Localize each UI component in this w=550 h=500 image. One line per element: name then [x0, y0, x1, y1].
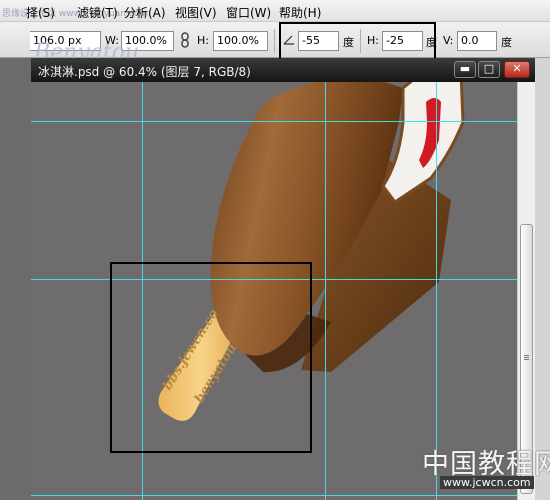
- site-logo-url: www.jcwcn.com: [440, 476, 534, 489]
- minimize-button[interactable]: ▬: [454, 61, 476, 78]
- photoshop-window: 思缘设计论坛 www.missyuan.com 择(S) 滤镜(T) 分析(A)…: [0, 0, 550, 500]
- vertical-scrollbar[interactable]: [517, 82, 535, 500]
- annotation-highlight-box: [110, 262, 312, 453]
- menu-filter[interactable]: 滤镜(T): [77, 4, 118, 21]
- vskew-unit: 度: [501, 36, 512, 49]
- close-icon: ✕: [512, 62, 522, 75]
- menu-help[interactable]: 帮助(H): [279, 4, 321, 21]
- menu-window[interactable]: 窗口(W): [226, 4, 271, 21]
- guide-vertical[interactable]: [436, 82, 437, 500]
- maximize-icon: □: [483, 62, 495, 75]
- panel-edge: [535, 58, 550, 500]
- guide-horizontal[interactable]: [31, 121, 517, 122]
- vertical-skew-field[interactable]: 0.0: [457, 31, 497, 51]
- minimize-icon: ▬: [459, 62, 471, 75]
- grip-line: [524, 357, 529, 358]
- document-title-bar[interactable]: 冰淇淋.psd @ 60.4% (图层 7, RGB/8) ▬ □ ✕: [31, 58, 535, 82]
- menu-view[interactable]: 视图(V): [175, 4, 217, 21]
- height-field[interactable]: 100.0%: [213, 31, 268, 51]
- grip-line: [524, 359, 529, 360]
- menu-bar: 思缘设计论坛 www.missyuan.com 择(S) 滤镜(T) 分析(A)…: [0, 0, 550, 22]
- menu-analysis[interactable]: 分析(A): [124, 4, 166, 21]
- guide-horizontal[interactable]: [31, 495, 517, 496]
- vskew-label: V:: [443, 34, 454, 47]
- height-label: H:: [197, 34, 209, 47]
- separator: [274, 29, 275, 53]
- menu-select[interactable]: 择(S): [26, 4, 55, 21]
- document-title: 冰淇淋.psd @ 60.4% (图层 7, RGB/8): [38, 65, 251, 79]
- chain-link-icon[interactable]: [180, 32, 190, 51]
- grip-line: [524, 355, 529, 356]
- guide-vertical[interactable]: [325, 82, 326, 500]
- close-button[interactable]: ✕: [504, 61, 530, 78]
- maximize-button[interactable]: □: [478, 61, 500, 78]
